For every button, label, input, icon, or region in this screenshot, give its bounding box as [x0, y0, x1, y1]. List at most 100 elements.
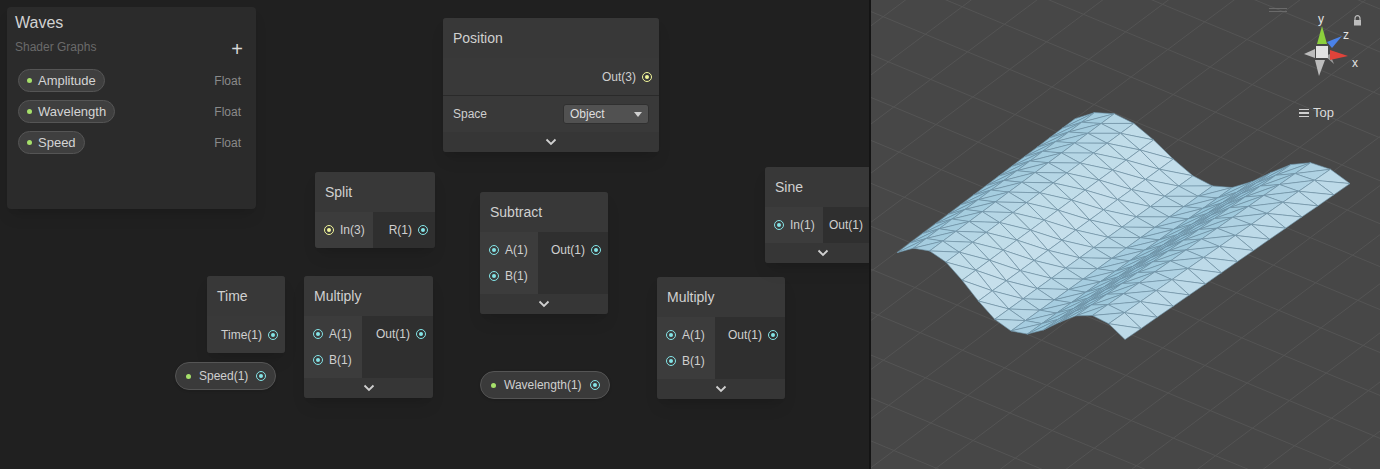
port-dot[interactable]	[768, 330, 778, 340]
node-ports: Out(3)	[443, 58, 659, 95]
scene-view[interactable]: yzxTop	[871, 0, 1380, 469]
setting-label: Space	[453, 105, 487, 123]
y-axis-cone[interactable]	[1317, 26, 1327, 44]
node-footer[interactable]	[304, 378, 433, 398]
port-dot[interactable]	[666, 356, 676, 366]
node-title: Multiply	[667, 287, 714, 308]
port-dot[interactable]	[666, 330, 676, 340]
input-port[interactable]: B(1)	[480, 263, 538, 289]
output-port[interactable]: Time(1)	[207, 322, 285, 348]
property-row[interactable]: AmplitudeFloat	[18, 69, 245, 92]
input-port[interactable]: A(1)	[304, 321, 362, 347]
input-port[interactable]: A(1)	[480, 237, 538, 263]
shader-graph-canvas[interactable]: WavesShader Graphs+AmplitudeFloatWavelen…	[0, 0, 869, 469]
node-ports: A(1)B(1)Out(1)	[657, 317, 785, 379]
subtract-node[interactable]: Subtract A(1) B(1) Out(1)	[480, 192, 608, 314]
port-label: B(1)	[505, 267, 528, 285]
output-port[interactable]: Out(1)	[538, 237, 608, 263]
blackboard[interactable]: WavesShader Graphs+AmplitudeFloatWavelen…	[7, 7, 256, 209]
exposed-dot	[186, 374, 191, 379]
output-port[interactable]: Out(1)	[823, 212, 869, 238]
node-header[interactable]: Multiply	[304, 276, 433, 316]
port-dot[interactable]	[774, 220, 784, 230]
property-node-label: Speed(1)	[199, 367, 248, 385]
port-dot[interactable]	[313, 355, 323, 365]
port-label: Out(1)	[551, 241, 585, 259]
expand-chevron-icon[interactable]	[538, 300, 550, 308]
port-dot[interactable]	[324, 225, 334, 235]
port-dot[interactable]	[256, 371, 266, 381]
gizmo-cube[interactable]	[1316, 46, 1328, 58]
property-node[interactable]: Wavelength(1)	[480, 371, 610, 399]
property-pill[interactable]: Wavelength	[18, 100, 115, 123]
z-axis-cone[interactable]	[1327, 36, 1342, 48]
port-dot[interactable]	[268, 330, 278, 340]
node-header[interactable]: Subtract	[480, 192, 608, 232]
drag-handle-icon[interactable]	[1269, 8, 1287, 12]
port-fill	[492, 248, 496, 252]
menu-line	[1299, 109, 1309, 111]
node-header[interactable]: Sine	[765, 167, 869, 207]
port-dot[interactable]	[313, 329, 323, 339]
port-dot[interactable]	[489, 271, 499, 281]
port-fill	[421, 228, 425, 232]
input-port[interactable]: B(1)	[657, 348, 715, 374]
add-property-button[interactable]: +	[231, 39, 243, 59]
output-port[interactable]: Out(1)	[715, 322, 785, 348]
property-pill[interactable]: Amplitude	[18, 69, 105, 92]
split-node[interactable]: SplitIn(3)R(1)	[315, 172, 435, 248]
port-dot[interactable]	[591, 245, 601, 255]
node-footer[interactable]	[657, 379, 785, 399]
view-name: Top	[1313, 103, 1334, 123]
wave-mesh[interactable]	[897, 113, 1350, 340]
property-row[interactable]: WavelengthFloat	[18, 100, 245, 123]
position-node[interactable]: Position Out(3) Space Object	[443, 18, 659, 152]
node-footer[interactable]	[443, 132, 659, 152]
port-fill	[645, 75, 649, 79]
view-mode-label[interactable]: Top	[1299, 103, 1334, 123]
input-port[interactable]: In(3)	[315, 217, 373, 243]
multiply-node[interactable]: Multiply A(1)B(1)Out(1)	[657, 277, 785, 399]
lock-icon[interactable]	[1353, 15, 1362, 26]
node-footer[interactable]	[765, 243, 869, 263]
multiply-node[interactable]: Multiply A(1)B(1)Out(1)	[304, 276, 433, 398]
property-node[interactable]: Speed(1)	[175, 362, 276, 390]
expand-chevron-icon[interactable]	[715, 385, 727, 393]
input-port[interactable]: A(1)	[657, 322, 715, 348]
node-header[interactable]: Multiply	[657, 277, 785, 317]
output-ports: Out(1)	[715, 317, 785, 379]
output-ports: Out(1)	[538, 232, 608, 294]
sine-node[interactable]: Sine In(1)Out(1)	[765, 167, 869, 263]
x-axis-cone[interactable]	[1330, 50, 1348, 60]
output-port[interactable]: Out(3)	[443, 64, 659, 90]
node-header[interactable]: Position	[443, 18, 659, 58]
port-dot[interactable]	[642, 72, 652, 82]
expand-chevron-icon[interactable]	[817, 249, 829, 257]
node-header[interactable]: Time	[207, 276, 285, 316]
space-dropdown[interactable]: Object	[563, 104, 649, 124]
port-dot[interactable]	[590, 380, 600, 390]
port-fill	[593, 383, 597, 387]
property-pill[interactable]: Speed	[18, 131, 85, 154]
output-port[interactable]: R(1)	[373, 217, 435, 243]
port-fill	[271, 333, 275, 337]
expand-chevron-icon[interactable]	[545, 138, 557, 146]
property-name: Speed	[38, 133, 76, 153]
exposed-dot	[27, 109, 32, 114]
time-node[interactable]: Time Time(1)	[207, 276, 285, 353]
port-fill	[316, 332, 320, 336]
property-row[interactable]: Speed Float	[18, 131, 245, 154]
output-port[interactable]: Out(1)	[362, 321, 433, 347]
input-port[interactable]: B(1)	[304, 347, 362, 373]
property-type: Float	[214, 134, 241, 152]
blackboard-titles: WavesShader Graphs	[15, 13, 96, 55]
port-fill	[492, 274, 496, 278]
port-dot[interactable]	[418, 225, 428, 235]
expand-chevron-icon[interactable]	[363, 384, 375, 392]
port-dot[interactable]	[416, 329, 426, 339]
node-footer[interactable]	[480, 294, 608, 314]
node-ports: In(3)R(1)	[315, 212, 435, 248]
port-dot[interactable]	[489, 245, 499, 255]
node-header[interactable]: Split	[315, 172, 435, 212]
input-port[interactable]: In(1)	[765, 212, 823, 238]
